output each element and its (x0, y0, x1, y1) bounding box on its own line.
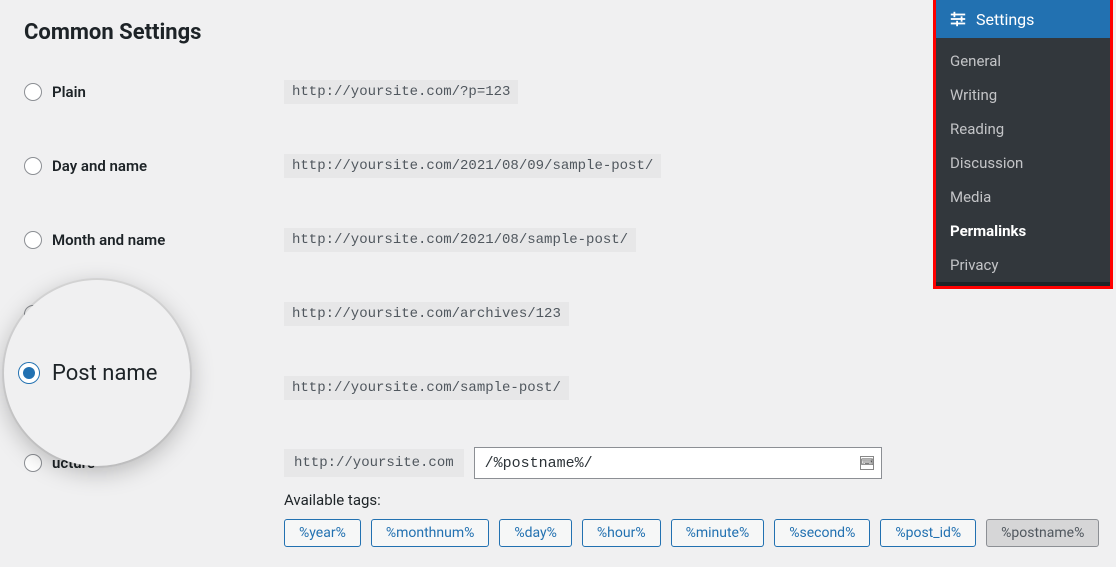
tag-day[interactable]: %day% (499, 519, 572, 547)
option-custom: ucture http://yoursite.com ⌨ (24, 447, 1092, 479)
example-postname: http://yoursite.com/sample-post/ (284, 376, 569, 400)
tag-post-id[interactable]: %post_id% (880, 519, 976, 547)
custom-prefix: http://yoursite.com (284, 449, 464, 477)
tag-minute[interactable]: %minute% (671, 519, 765, 547)
spotlight-zoom: Post name (4, 280, 190, 466)
sidebar-item-reading[interactable]: Reading (936, 112, 1110, 146)
sidebar-header-label: Settings (976, 10, 1034, 29)
spotlight-radio[interactable] (18, 362, 40, 384)
radio-dayname[interactable] (24, 157, 42, 175)
sidebar-item-writing[interactable]: Writing (936, 78, 1110, 112)
option-numeric: http://yoursite.com/archives/123 (24, 299, 1092, 329)
tag-hour[interactable]: %hour% (582, 519, 661, 547)
settings-sidebar: Settings General Writing Reading Discuss… (933, 0, 1113, 289)
example-numeric: http://yoursite.com/archives/123 (284, 302, 569, 326)
custom-structure-input[interactable] (474, 447, 882, 479)
available-tags-label: Available tags: (284, 491, 1092, 509)
option-monthname: Month and name http://yoursite.com/2021/… (24, 225, 1092, 255)
sidebar-header-settings[interactable]: Settings (936, 0, 1110, 38)
tag-monthnum[interactable]: %monthnum% (371, 519, 490, 547)
label-plain: Plain (52, 83, 86, 101)
label-dayname: Day and name (52, 157, 147, 175)
settings-icon (948, 9, 968, 29)
tag-year[interactable]: %year% (284, 519, 361, 547)
keyboard-icon: ⌨ (860, 456, 874, 470)
page-title: Common Settings (24, 20, 1092, 45)
example-plain: http://yoursite.com/?p=123 (284, 80, 518, 104)
sidebar-item-media[interactable]: Media (936, 180, 1110, 214)
tags-row: %year% %monthnum% %day% %hour% %minute% … (284, 519, 1092, 547)
radio-monthname[interactable] (24, 231, 42, 249)
example-monthname: http://yoursite.com/2021/08/sample-post/ (284, 228, 636, 252)
sidebar-item-general[interactable]: General (936, 44, 1110, 78)
option-plain: Plain http://yoursite.com/?p=123 (24, 77, 1092, 107)
tag-postname[interactable]: %postname% (986, 519, 1099, 547)
example-dayname: http://yoursite.com/2021/08/09/sample-po… (284, 154, 661, 178)
sidebar-item-privacy[interactable]: Privacy (936, 248, 1110, 282)
radio-plain[interactable] (24, 83, 42, 101)
sidebar-item-permalinks[interactable]: Permalinks (936, 214, 1110, 248)
tag-second[interactable]: %second% (774, 519, 870, 547)
option-dayname: Day and name http://yoursite.com/2021/08… (24, 151, 1092, 181)
label-monthname: Month and name (52, 231, 165, 249)
radio-custom[interactable] (24, 454, 42, 472)
sidebar-item-discussion[interactable]: Discussion (936, 146, 1110, 180)
spotlight-label: Post name (52, 361, 157, 386)
